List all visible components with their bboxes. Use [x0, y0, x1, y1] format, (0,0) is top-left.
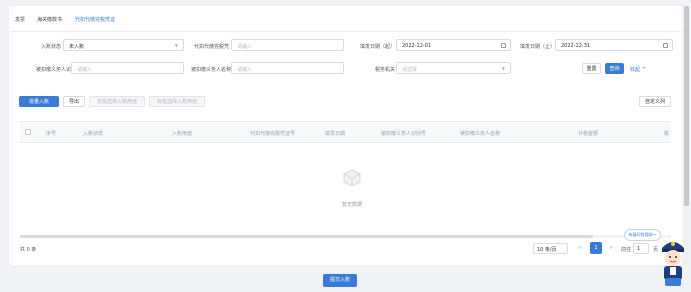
goto-label: 前往 [621, 247, 632, 253]
page-1-button[interactable]: 1 [590, 242, 602, 254]
scrollbar-thumb[interactable] [20, 235, 593, 238]
chevron-down-icon: ▼ [174, 43, 178, 48]
entry-status-label: 入账状态 [40, 44, 61, 50]
tab-withholding-certificate[interactable]: 代扣代缴完税凭证 [75, 16, 115, 23]
withholder-name-placeholder: 请输入 [237, 67, 253, 73]
withholder-id-input[interactable]: 请输入 [71, 62, 184, 74]
page-size-select[interactable]: 10 条/页 [533, 243, 568, 254]
vertical-scrollbar-thumb[interactable] [684, 6, 689, 206]
col-entry-purpose: 入账用途 [172, 131, 193, 137]
empty-text: 暂无数据 [342, 202, 363, 208]
withholder-name-label: 被扣缴义务人名称 [190, 67, 231, 73]
date-end-input[interactable]: 2022-12-31 [555, 39, 673, 51]
date-end-value: 2022-12-31 [561, 43, 591, 49]
select-all-checkbox[interactable] [25, 129, 31, 135]
tab-bar: 发票 海关缴款书 代扣代缴完税凭证 [9, 6, 682, 32]
cert-no-input[interactable]: 请输入 [231, 39, 344, 51]
col-entry-status: 入账状态 [83, 131, 104, 137]
tax-authority-label: 税务机关 [374, 67, 395, 73]
submit-entry-button[interactable]: 提交入账 [323, 274, 357, 287]
date-start-value: 2022-12-01 [402, 43, 432, 49]
table-header: 序号 入账状态 入账用途 代扣代缴完税凭证号 填发日期 被扣缴义务人识别号 被扣… [20, 121, 671, 143]
next-page-button[interactable]: > [609, 245, 613, 251]
chevron-down-icon: ▼ [501, 66, 505, 71]
chevron-up-icon: ^ [641, 67, 646, 73]
col-cert-no: 代扣代缴完税凭证号 [250, 131, 296, 137]
prev-page-button[interactable]: < [578, 245, 582, 251]
col-tax: 税 [664, 131, 670, 137]
goto-page-input[interactable]: 1 [633, 243, 649, 254]
assistant-mascot-icon[interactable] [657, 234, 689, 290]
assistant-bubble[interactable]: 有疑问找我呀～ [624, 229, 661, 241]
date-start-input[interactable]: 2022-12-01 [396, 39, 511, 51]
goto-page-value: 1 [637, 246, 641, 252]
vertical-scrollbar[interactable] [684, 6, 689, 265]
withholder-id-placeholder: 请输入 [77, 67, 93, 73]
batch-entry-button[interactable]: 批量入账 [19, 96, 59, 107]
main-panel: 发票 海关缴款书 代扣代缴完税凭证 入账状态 未入账 ▼ 代扣代缴完税凭 请输入… [9, 6, 682, 265]
page-size-value: 10 条/页 [537, 247, 557, 253]
calendar-icon [663, 43, 668, 48]
date-end-label: 填发日期（止） [519, 44, 555, 50]
reset-button[interactable]: 重置 [582, 63, 601, 74]
collapse-link[interactable]: 收起 ^ [630, 66, 646, 73]
cert-no-placeholder: 请输入 [237, 44, 253, 50]
export-button[interactable]: 导出 [63, 96, 85, 107]
col-index: 序号 [46, 131, 57, 137]
tax-authority-placeholder: 请选择 [402, 67, 418, 73]
tax-authority-select[interactable]: 请选择 ▼ [396, 62, 511, 74]
cert-no-label: 代扣代缴完税凭 [193, 44, 229, 50]
col-taxable-amount: 计税金额 [578, 131, 599, 137]
no-entry-tag-button[interactable]: 无需选择入账用途 [89, 96, 145, 107]
total-count: 共 0 条 [20, 247, 37, 253]
horizontal-scrollbar[interactable] [20, 235, 671, 238]
col-issue-date: 填发日期 [325, 131, 346, 137]
query-button[interactable]: 查询 [605, 63, 624, 74]
date-start-label: 填发日期（起） [359, 44, 395, 50]
tab-invoice[interactable]: 发票 [15, 16, 25, 23]
col-withholder-name: 被扣缴义务人名称 [460, 131, 501, 137]
collapse-label: 收起 [630, 67, 641, 73]
entry-status-value: 未入账 [69, 44, 85, 50]
col-withholder-id: 被扣缴义务人识别号 [381, 131, 427, 137]
entry-status-select[interactable]: 未入账 ▼ [63, 39, 184, 51]
column-settings-button[interactable]: 自定义列 [639, 96, 671, 107]
empty-box-icon [343, 169, 361, 187]
withholder-name-input[interactable]: 请输入 [231, 62, 344, 74]
tab-customs-payment[interactable]: 海关缴款书 [37, 16, 62, 23]
withholder-id-label: 被扣缴义务人识 [35, 67, 71, 73]
entry-tag-button[interactable]: 标签选择入账用途 [149, 96, 205, 107]
